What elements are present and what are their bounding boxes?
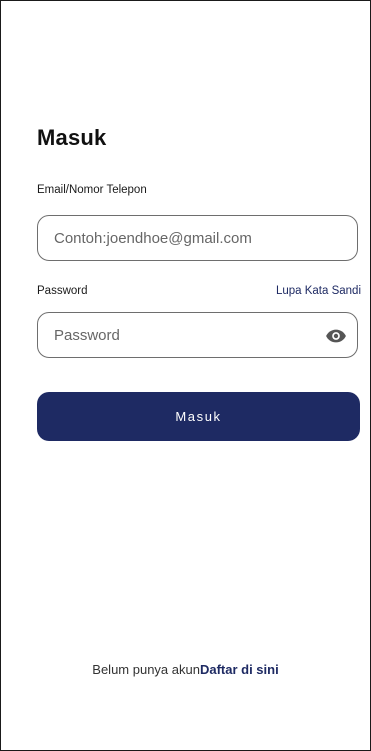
forgot-password-link[interactable]: Lupa Kata Sandi bbox=[276, 285, 361, 297]
password-field-container[interactable] bbox=[37, 312, 358, 358]
login-screen: Masuk Email/Nomor Telepon Password Lupa … bbox=[0, 0, 371, 751]
login-button[interactable]: Masuk bbox=[37, 392, 360, 441]
password-field[interactable] bbox=[54, 313, 314, 357]
register-prompt: Belum punya akunDaftar di sini bbox=[1, 662, 370, 677]
register-link[interactable]: Daftar di sini bbox=[200, 662, 279, 677]
register-prompt-text: Belum punya akun bbox=[92, 662, 200, 677]
email-field[interactable] bbox=[54, 216, 314, 260]
password-label: Password bbox=[37, 285, 88, 297]
page-title: Masuk bbox=[37, 125, 107, 150]
email-field-container[interactable] bbox=[37, 215, 358, 261]
eye-icon[interactable] bbox=[325, 325, 347, 347]
email-label: Email/Nomor Telepon bbox=[37, 184, 147, 196]
